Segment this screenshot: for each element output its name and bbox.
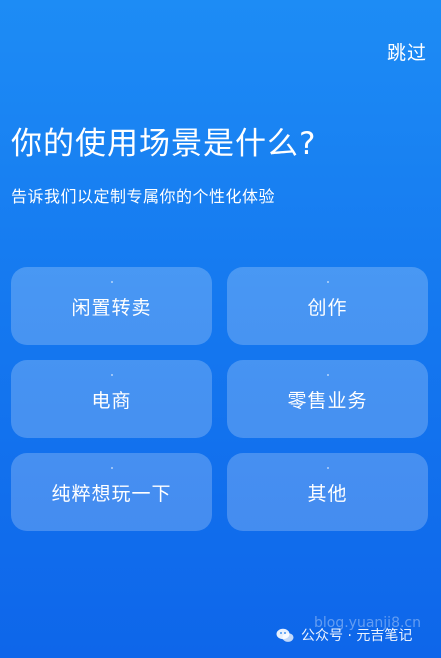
option-label: 创作 xyxy=(307,296,348,319)
decorative-dot xyxy=(326,281,329,283)
decorative-dot xyxy=(326,374,329,376)
scenario-options: 闲置转卖 创作 电商 零售业务 纯粹想玩一下 其他 xyxy=(11,267,428,531)
option-label: 纯粹想玩一下 xyxy=(51,482,172,505)
option-label: 闲置转卖 xyxy=(71,296,152,319)
page-title: 你的使用场景是什么? xyxy=(11,126,317,162)
skip-button[interactable]: 跳过 xyxy=(387,38,427,65)
option-retail[interactable]: 零售业务 xyxy=(227,360,428,438)
decorative-dot xyxy=(326,467,329,469)
option-resale[interactable]: 闲置转卖 xyxy=(11,267,212,345)
option-label: 电商 xyxy=(91,389,132,412)
watermark: 公众号 · 元吉笔记 xyxy=(276,625,412,645)
watermark-text: 公众号 · 元吉笔记 xyxy=(301,628,413,644)
wechat-icon xyxy=(276,628,294,642)
decorative-dot xyxy=(110,467,113,469)
option-just-playing[interactable]: 纯粹想玩一下 xyxy=(11,453,212,531)
onboarding-screen: 跳过 你的使用场景是什么? 告诉我们以定制专属你的个性化体验 闲置转卖 创作 电… xyxy=(0,0,441,658)
page-subtitle: 告诉我们以定制专属你的个性化体验 xyxy=(11,187,276,206)
option-creation[interactable]: 创作 xyxy=(227,267,428,345)
option-label: 零售业务 xyxy=(287,389,368,412)
decorative-dot xyxy=(110,374,113,376)
decorative-dot xyxy=(110,281,113,283)
option-ecommerce[interactable]: 电商 xyxy=(11,360,212,438)
option-other[interactable]: 其他 xyxy=(227,453,428,531)
option-label: 其他 xyxy=(307,482,348,505)
